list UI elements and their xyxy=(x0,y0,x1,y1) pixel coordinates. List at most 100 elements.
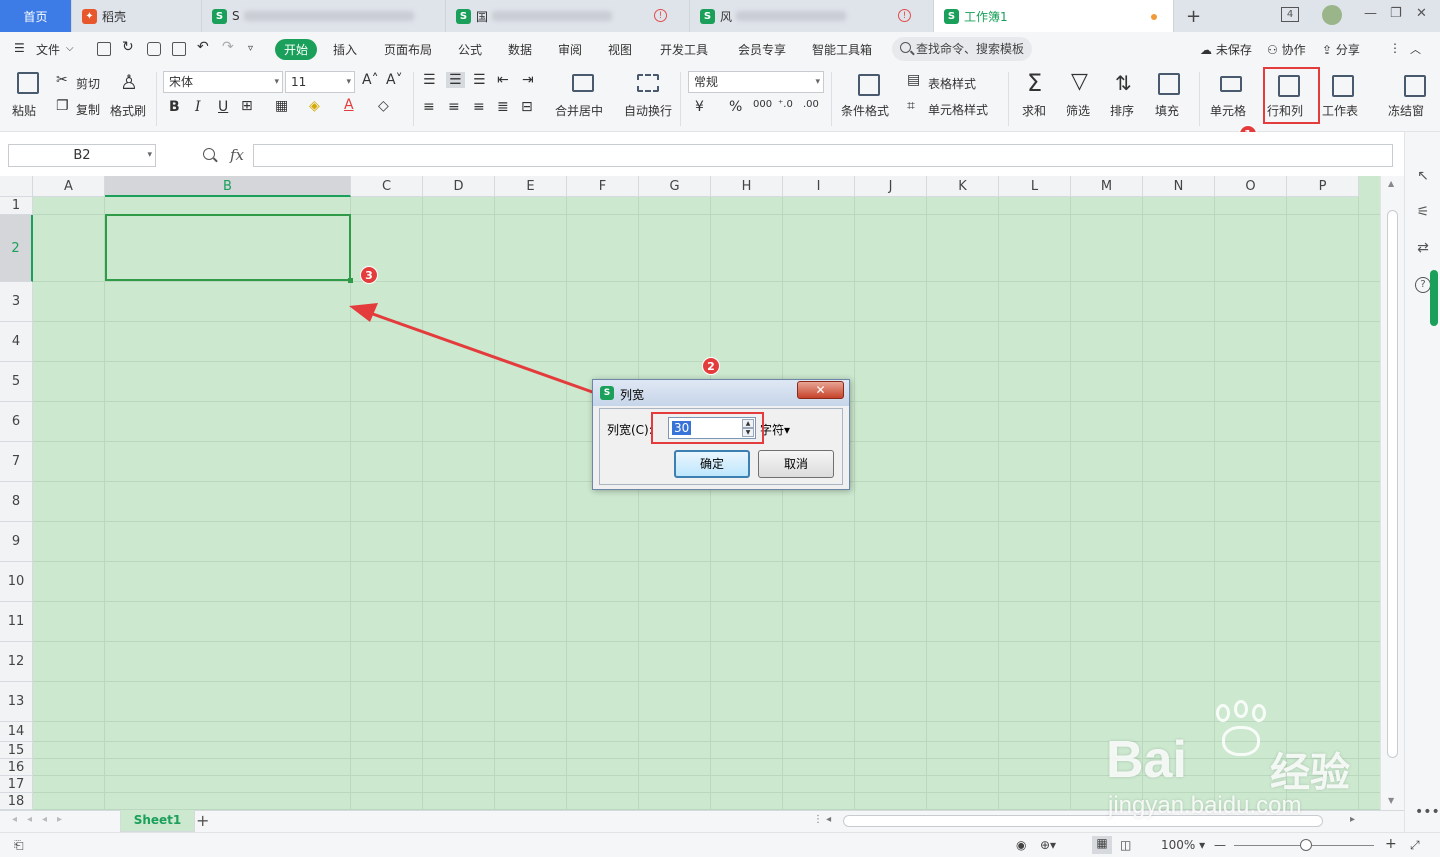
column-header-l[interactable]: L xyxy=(999,176,1071,197)
copy-icon[interactable]: ❐ xyxy=(56,98,69,114)
tab-smart-toolbox[interactable]: 智能工具箱 xyxy=(812,41,872,58)
zoom-level[interactable]: 100% ▾ xyxy=(1161,838,1205,852)
cell-button[interactable]: 单元格 xyxy=(1210,102,1246,119)
filter-icon[interactable]: ▽ xyxy=(1071,69,1088,94)
column-header-e[interactable]: E xyxy=(495,176,567,197)
name-box[interactable]: B2 xyxy=(8,144,156,167)
wrap-text-button[interactable]: 自动换行 xyxy=(624,102,672,119)
tab-review[interactable]: 审阅 xyxy=(558,41,582,58)
ok-button[interactable]: 确定 xyxy=(674,450,750,478)
tab-docer[interactable]: ✦ 稻壳 xyxy=(72,0,202,32)
sum-button[interactable]: 求和 xyxy=(1022,102,1046,119)
cell-icon[interactable] xyxy=(1220,76,1242,92)
column-header-f[interactable]: F xyxy=(567,176,639,197)
collab-button[interactable]: ⚇ 协作 xyxy=(1267,41,1306,58)
align-center-icon[interactable]: ≡ xyxy=(448,99,460,115)
column-header-d[interactable]: D xyxy=(423,176,495,197)
zoom-search-icon[interactable] xyxy=(203,148,215,160)
row-header-11[interactable]: 11 xyxy=(0,602,33,642)
new-tab-plus-icon[interactable]: + xyxy=(1186,6,1201,27)
formula-input[interactable] xyxy=(253,144,1393,167)
fill-color-icon[interactable]: ◈ xyxy=(309,98,320,114)
select-all-corner[interactable] xyxy=(0,176,33,197)
font-color-icon[interactable]: A xyxy=(344,97,354,113)
unsaved-status[interactable]: ☁ 未保存 xyxy=(1200,41,1252,58)
row-header-17[interactable]: 17 xyxy=(0,776,33,793)
wrap-text-icon[interactable] xyxy=(637,74,659,92)
cut-button[interactable]: 剪切 xyxy=(76,75,100,92)
column-header-o[interactable]: O xyxy=(1215,176,1287,197)
eye-protect-icon[interactable]: ◉ xyxy=(1016,838,1026,852)
table-style-icon[interactable]: ▤ xyxy=(907,72,920,88)
worksheet-button[interactable]: 工作表 xyxy=(1322,102,1358,119)
sum-icon[interactable]: Σ xyxy=(1027,69,1042,97)
dialog-titlebar[interactable]: S 列宽 ✕ xyxy=(593,380,849,406)
align-bottom-icon[interactable]: ☰ xyxy=(473,72,486,88)
window-count-badge[interactable]: 4 xyxy=(1281,7,1299,22)
paste-button[interactable]: 粘贴 xyxy=(12,102,36,119)
fill-button[interactable]: 填充 xyxy=(1155,102,1179,119)
hscroll-right-icon[interactable]: ▸ xyxy=(1350,814,1355,825)
tab-member[interactable]: 会员专享 xyxy=(738,41,786,58)
tab-workbook1[interactable]: S 工作簿1 xyxy=(934,0,1174,32)
horizontal-scroll-thumb[interactable] xyxy=(843,815,1323,827)
command-search[interactable]: 查找命令、搜索模板 xyxy=(892,37,1032,61)
column-header-a[interactable]: A xyxy=(33,176,105,197)
sort-icon[interactable]: ⇅ xyxy=(1115,71,1132,95)
conditional-format-button[interactable]: 条件格式 xyxy=(841,102,889,119)
tab-insert[interactable]: 插入 xyxy=(333,41,357,58)
justify-icon[interactable]: ≣ xyxy=(497,99,509,115)
merge-center-icon[interactable] xyxy=(572,74,594,92)
quick-access-dropdown-icon[interactable]: ▿ xyxy=(248,43,253,54)
redo-icon[interactable]: ↷ xyxy=(222,39,234,55)
tab-developer[interactable]: 开发工具 xyxy=(660,41,708,58)
table-style-button[interactable]: 表格样式 xyxy=(928,75,976,92)
align-top-icon[interactable]: ☰ xyxy=(423,72,436,88)
column-header-j[interactable]: J xyxy=(855,176,927,197)
fullscreen-icon[interactable]: ⤢ xyxy=(1410,838,1420,853)
column-header-g[interactable]: G xyxy=(639,176,711,197)
tab-home[interactable]: 首页 xyxy=(0,0,72,32)
column-header-i[interactable]: I xyxy=(783,176,855,197)
freeze-panes-icon[interactable] xyxy=(1404,75,1426,97)
row-header-1[interactable]: 1 xyxy=(0,197,33,215)
print-icon[interactable] xyxy=(147,42,161,56)
indent-decrease-icon[interactable]: ⇤ xyxy=(497,72,509,88)
zoom-out-icon[interactable]: — xyxy=(1214,838,1226,852)
distribute-icon[interactable]: ⊟ xyxy=(521,99,533,115)
side-panel-handle[interactable] xyxy=(1430,270,1438,326)
minimize-icon[interactable]: — xyxy=(1364,6,1377,21)
freeze-panes-button[interactable]: 冻结窗 xyxy=(1388,102,1424,119)
column-header-c[interactable]: C xyxy=(351,176,423,197)
row-header-13[interactable]: 13 xyxy=(0,682,33,722)
italic-icon[interactable]: I xyxy=(195,99,201,115)
font-size-select[interactable]: 11 xyxy=(285,71,355,93)
thousands-icon[interactable]: 000 xyxy=(753,99,772,110)
zoom-in-icon[interactable]: + xyxy=(1385,836,1397,852)
sheet-tab-sheet1[interactable]: Sheet1 xyxy=(120,810,195,832)
select-cursor-icon[interactable]: ↖ xyxy=(1415,168,1431,184)
share-button[interactable]: ⇪ 分享 xyxy=(1322,41,1360,58)
column-header-p[interactable]: P xyxy=(1287,176,1359,197)
tab-doc-2[interactable]: SS xyxy=(202,0,446,32)
menu-file[interactable]: 文件 xyxy=(36,41,60,58)
macro-record-icon[interactable]: ⎗ xyxy=(14,838,24,853)
paste-icon[interactable] xyxy=(17,72,39,94)
tab-formula[interactable]: 公式 xyxy=(458,41,482,58)
tab-data[interactable]: 数据 xyxy=(508,41,532,58)
page-view-icon[interactable]: ◫ xyxy=(1120,838,1131,852)
tab-view[interactable]: 视图 xyxy=(608,41,632,58)
settings-sliders-icon[interactable]: ⚟ xyxy=(1415,204,1431,220)
tab-page-layout[interactable]: 页面布局 xyxy=(384,41,432,58)
zoom-slider-knob[interactable] xyxy=(1300,839,1312,851)
row-header-6[interactable]: 6 xyxy=(0,402,33,442)
column-header-b[interactable]: B xyxy=(105,176,351,197)
more-vertical-icon[interactable]: ⋮ xyxy=(1389,41,1401,55)
help-icon[interactable]: ? xyxy=(1415,277,1431,293)
collapse-ribbon-icon[interactable]: ︿ xyxy=(1410,41,1421,57)
normal-view-icon[interactable]: ▦ xyxy=(1092,836,1112,854)
clear-format-icon[interactable]: ◇ xyxy=(378,98,389,114)
row-header-10[interactable]: 10 xyxy=(0,562,33,602)
tab-doc-3[interactable]: S 国! xyxy=(446,0,690,32)
font-family-select[interactable]: 宋体 xyxy=(163,71,283,93)
